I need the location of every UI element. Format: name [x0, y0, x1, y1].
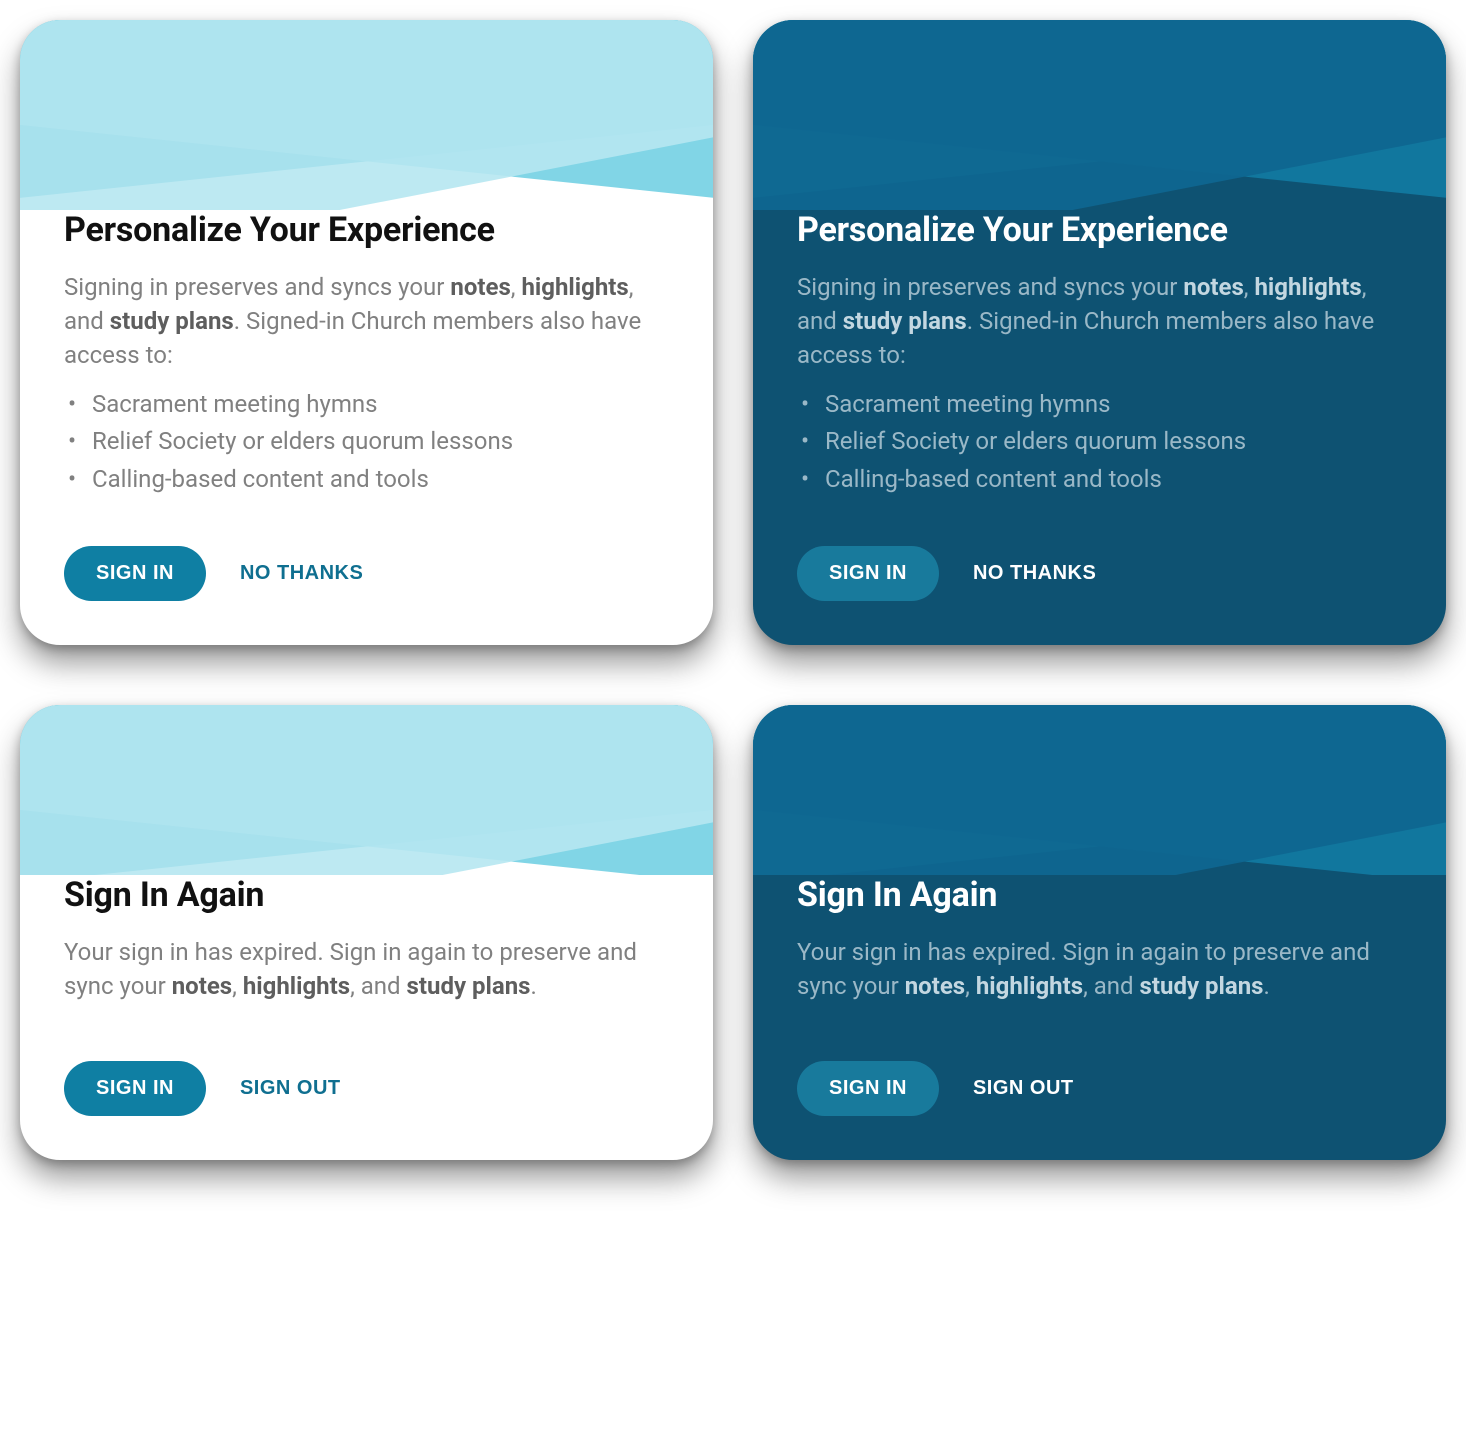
feature-item: Calling-based content and tools [92, 461, 669, 498]
card-hero-decoration [20, 20, 713, 210]
sign-in-button[interactable]: SIGN IN [797, 1061, 939, 1116]
feature-item: Relief Society or elders quorum lessons [92, 423, 669, 460]
sign-in-button[interactable]: SIGN IN [64, 1061, 206, 1116]
card-actions: SIGN IN SIGN OUT [797, 1061, 1402, 1116]
sign-out-button[interactable]: SIGN OUT [240, 1077, 341, 1100]
card-title: Sign In Again [797, 875, 1402, 915]
card-actions: SIGN IN NO THANKS [797, 546, 1402, 601]
no-thanks-button[interactable]: NO THANKS [240, 562, 363, 585]
sign-in-button[interactable]: SIGN IN [64, 546, 206, 601]
card-gallery: Personalize Your Experience Signing in p… [20, 20, 1446, 1160]
feature-list: Sacrament meeting hymns Relief Society o… [797, 386, 1402, 498]
no-thanks-button[interactable]: NO THANKS [973, 562, 1096, 585]
feature-item: Sacrament meeting hymns [825, 386, 1402, 423]
card-title: Personalize Your Experience [797, 210, 1402, 250]
card-hero-decoration [753, 705, 1446, 875]
sign-in-button[interactable]: SIGN IN [797, 546, 939, 601]
card-hero-decoration [753, 20, 1446, 210]
feature-list: Sacrament meeting hymns Relief Society o… [64, 386, 669, 498]
feature-item: Sacrament meeting hymns [92, 386, 669, 423]
sign-out-button[interactable]: SIGN OUT [973, 1077, 1074, 1100]
personalize-card-dark: Personalize Your Experience Signing in p… [753, 20, 1446, 645]
sign-in-again-card-light: Sign In Again Your sign in has expired. … [20, 705, 713, 1160]
feature-item: Calling-based content and tools [825, 461, 1402, 498]
card-actions: SIGN IN NO THANKS [64, 546, 669, 601]
feature-item: Relief Society or elders quorum lessons [825, 423, 1402, 460]
personalize-card-light: Personalize Your Experience Signing in p… [20, 20, 713, 645]
card-body: Signing in preserves and syncs your note… [64, 270, 669, 372]
card-title: Sign In Again [64, 875, 669, 915]
card-body: Your sign in has expired. Sign in again … [64, 935, 669, 1003]
card-title: Personalize Your Experience [64, 210, 669, 250]
sign-in-again-card-dark: Sign In Again Your sign in has expired. … [753, 705, 1446, 1160]
card-hero-decoration [20, 705, 713, 875]
card-body: Your sign in has expired. Sign in again … [797, 935, 1402, 1003]
card-actions: SIGN IN SIGN OUT [64, 1061, 669, 1116]
card-body: Signing in preserves and syncs your note… [797, 270, 1402, 372]
